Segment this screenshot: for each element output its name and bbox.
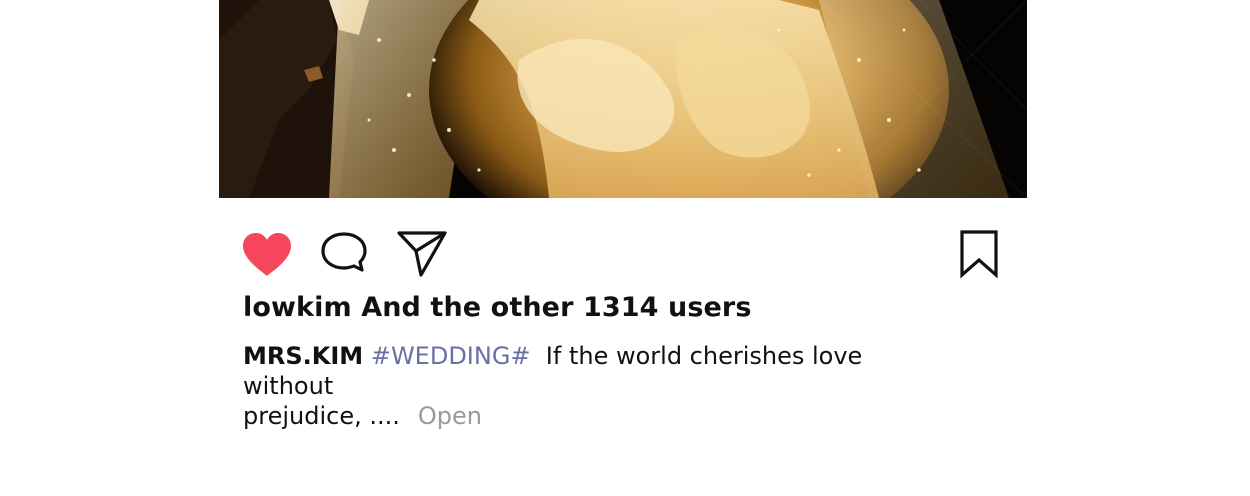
post-card: lowkim And the other 1314 users MRS.KIM …	[0, 0, 1250, 496]
paper-plane-icon	[397, 231, 447, 277]
comment-bubble-icon	[321, 232, 367, 272]
caption-text-line2: prejudice, ....	[243, 402, 400, 430]
bookmark-button[interactable]	[958, 229, 1000, 279]
heart-filled-icon	[243, 233, 291, 276]
comment-button[interactable]	[320, 230, 368, 278]
like-button[interactable]	[241, 232, 293, 278]
likes-count-text[interactable]: lowkim And the other 1314 users	[243, 292, 752, 323]
action-bar	[0, 226, 1250, 282]
wedding-photo-image	[219, 0, 1027, 198]
post-caption: MRS.KIM #WEDDING# If the world cherishes…	[243, 341, 943, 431]
share-button[interactable]	[396, 229, 448, 279]
caption-more-link[interactable]: Open	[418, 402, 482, 430]
caption-hashtag[interactable]: #WEDDING#	[371, 342, 531, 370]
caption-username[interactable]: MRS.KIM	[243, 342, 363, 370]
bookmark-icon	[960, 230, 998, 279]
post-photo[interactable]	[219, 0, 1027, 198]
